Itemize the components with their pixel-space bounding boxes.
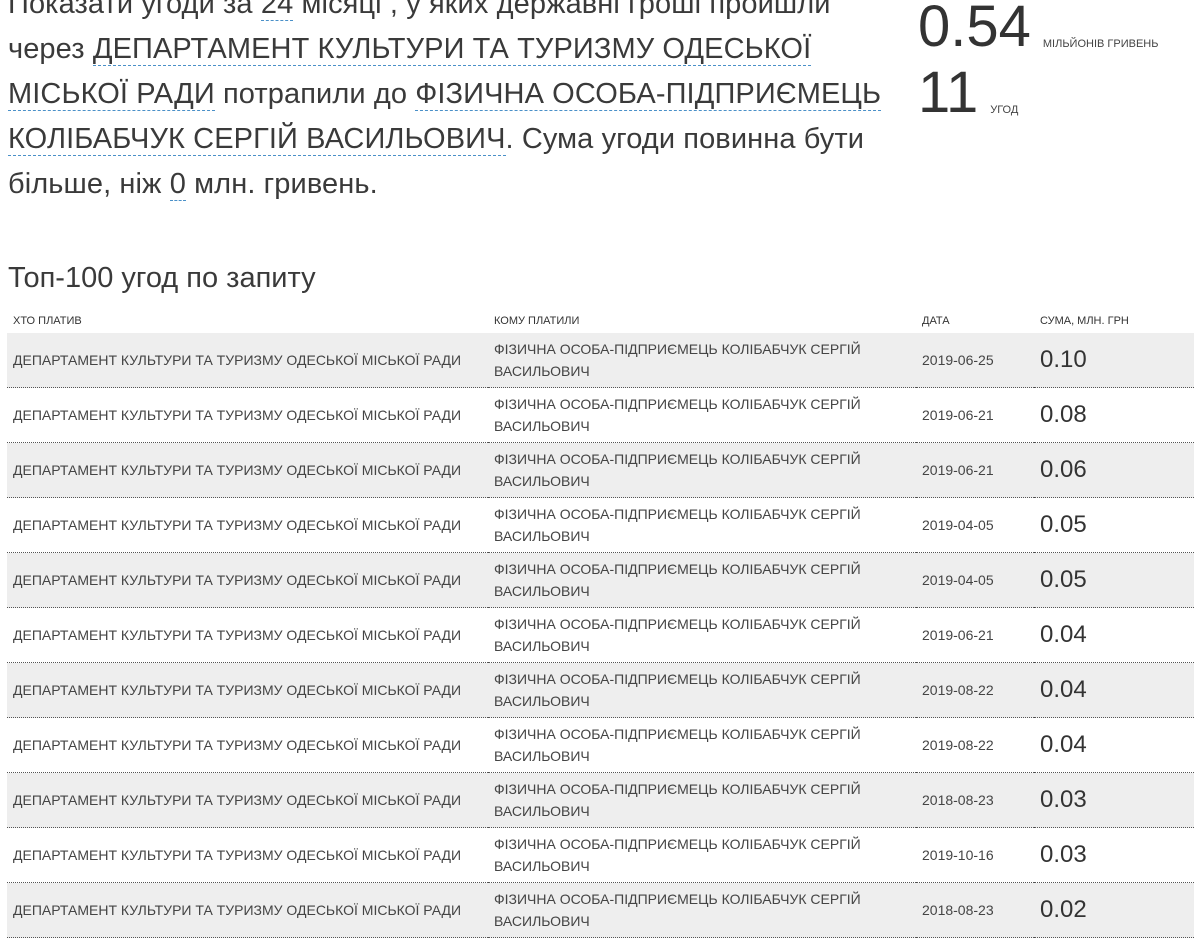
query-text-part5: млн. гривень.: [194, 168, 378, 200]
total-sum-unit: мільйонів гривень: [1042, 38, 1159, 50]
table-row[interactable]: ДЕПАРТАМЕНТ КУЛЬТУРИ ТА ТУРИЗМУ ОДЕСЬКОЇ…: [7, 662, 1194, 718]
table-header-row: Хто платив Кому платили Дата Сума, млн. …: [7, 308, 1194, 333]
cell-amount: 0.04: [1034, 662, 1194, 718]
cell-amount: 0.05: [1034, 552, 1194, 608]
cell-amount: 0.04: [1034, 607, 1194, 663]
table-row[interactable]: ДЕПАРТАМЕНТ КУЛЬТУРИ ТА ТУРИЗМУ ОДЕСЬКОЇ…: [7, 552, 1194, 608]
cell-date: 2019-10-16: [916, 827, 1034, 883]
cell-payer: ДЕПАРТАМЕНТ КУЛЬТУРИ ТА ТУРИЗМУ ОДЕСЬКОЇ…: [7, 607, 488, 663]
cell-date: 2019-08-22: [916, 717, 1034, 773]
cell-payer: ДЕПАРТАМЕНТ КУЛЬТУРИ ТА ТУРИЗМУ ОДЕСЬКОЇ…: [7, 387, 488, 443]
cell-payer: ДЕПАРТАМЕНТ КУЛЬТУРИ ТА ТУРИЗМУ ОДЕСЬКОЇ…: [7, 772, 488, 828]
cell-recipient: ФІЗИЧНА ОСОБА-ПІДПРИЄМЕЦЬ КОЛІБАБЧУК СЕР…: [488, 387, 916, 443]
deal-count-stat: 11 угод: [918, 60, 1158, 126]
min-amount-selector[interactable]: 0: [169, 168, 186, 201]
cell-date: 2019-08-22: [916, 662, 1034, 718]
table-row[interactable]: ДЕПАРТАМЕНТ КУЛЬТУРИ ТА ТУРИЗМУ ОДЕСЬКОЇ…: [7, 497, 1194, 553]
deals-table: Хто платив Кому платили Дата Сума, млн. …: [7, 308, 1194, 938]
cell-recipient: ФІЗИЧНА ОСОБА-ПІДПРИЄМЕЦЬ КОЛІБАБЧУК СЕР…: [488, 607, 916, 663]
cell-payer: ДЕПАРТАМЕНТ КУЛЬТУРИ ТА ТУРИЗМУ ОДЕСЬКОЇ…: [7, 442, 488, 498]
cell-recipient: ФІЗИЧНА ОСОБА-ПІДПРИЄМЕЦЬ КОЛІБАБЧУК СЕР…: [488, 717, 916, 773]
cell-amount: 0.08: [1034, 387, 1194, 443]
cell-amount: 0.10: [1034, 333, 1194, 388]
header-payer[interactable]: Хто платив: [7, 308, 488, 333]
table-row[interactable]: ДЕПАРТАМЕНТ КУЛЬТУРИ ТА ТУРИЗМУ ОДЕСЬКОЇ…: [7, 607, 1194, 663]
cell-date: 2019-06-21: [916, 387, 1034, 443]
summary-stats: 0.54 мільйонів гривень 11 угод: [918, 0, 1158, 126]
cell-payer: ДЕПАРТАМЕНТ КУЛЬТУРИ ТА ТУРИЗМУ ОДЕСЬКОЇ…: [7, 827, 488, 883]
header-amount[interactable]: Сума, млн. грн: [1034, 308, 1194, 333]
cell-payer: ДЕПАРТАМЕНТ КУЛЬТУРИ ТА ТУРИЗМУ ОДЕСЬКОЇ…: [7, 333, 488, 388]
cell-recipient: ФІЗИЧНА ОСОБА-ПІДПРИЄМЕЦЬ КОЛІБАБЧУК СЕР…: [488, 662, 916, 718]
query-text-part1: Показати угоди за: [8, 0, 253, 20]
header-recipient[interactable]: Кому платили: [488, 308, 916, 333]
total-sum-value: 0.54: [918, 0, 1031, 59]
cell-amount: 0.05: [1034, 497, 1194, 553]
table-row[interactable]: ДЕПАРТАМЕНТ КУЛЬТУРИ ТА ТУРИЗМУ ОДЕСЬКОЇ…: [7, 882, 1194, 938]
header-date[interactable]: Дата: [916, 308, 1034, 333]
cell-date: 2019-06-25: [916, 333, 1034, 388]
cell-date: 2019-04-05: [916, 552, 1034, 608]
deals-table-container: Хто платив Кому платили Дата Сума, млн. …: [7, 308, 1194, 938]
total-sum-stat: 0.54 мільйонів гривень: [918, 0, 1158, 60]
cell-recipient: ФІЗИЧНА ОСОБА-ПІДПРИЄМЕЦЬ КОЛІБАБЧУК СЕР…: [488, 882, 916, 938]
table-row[interactable]: ДЕПАРТАМЕНТ КУЛЬТУРИ ТА ТУРИЗМУ ОДЕСЬКОЇ…: [7, 333, 1194, 388]
cell-recipient: ФІЗИЧНА ОСОБА-ПІДПРИЄМЕЦЬ КОЛІБАБЧУК СЕР…: [488, 772, 916, 828]
table-row[interactable]: ДЕПАРТАМЕНТ КУЛЬТУРИ ТА ТУРИЗМУ ОДЕСЬКОЇ…: [7, 387, 1194, 443]
deals-table-body: ДЕПАРТАМЕНТ КУЛЬТУРИ ТА ТУРИЗМУ ОДЕСЬКОЇ…: [7, 333, 1194, 938]
cell-payer: ДЕПАРТАМЕНТ КУЛЬТУРИ ТА ТУРИЗМУ ОДЕСЬКОЇ…: [7, 717, 488, 773]
cell-date: 2019-06-21: [916, 442, 1034, 498]
table-row[interactable]: ДЕПАРТАМЕНТ КУЛЬТУРИ ТА ТУРИЗМУ ОДЕСЬКОЇ…: [7, 717, 1194, 773]
cell-date: 2019-04-05: [916, 497, 1034, 553]
table-row[interactable]: ДЕПАРТАМЕНТ КУЛЬТУРИ ТА ТУРИЗМУ ОДЕСЬКОЇ…: [7, 827, 1194, 883]
cell-amount: 0.03: [1034, 827, 1194, 883]
cell-recipient: ФІЗИЧНА ОСОБА-ПІДПРИЄМЕЦЬ КОЛІБАБЧУК СЕР…: [488, 333, 916, 388]
cell-date: 2019-06-21: [916, 607, 1034, 663]
cell-recipient: ФІЗИЧНА ОСОБА-ПІДПРИЄМЕЦЬ КОЛІБАБЧУК СЕР…: [488, 497, 916, 553]
cell-payer: ДЕПАРТАМЕНТ КУЛЬТУРИ ТА ТУРИЗМУ ОДЕСЬКОЇ…: [7, 552, 488, 608]
cell-recipient: ФІЗИЧНА ОСОБА-ПІДПРИЄМЕЦЬ КОЛІБАБЧУК СЕР…: [488, 827, 916, 883]
cell-payer: ДЕПАРТАМЕНТ КУЛЬТУРИ ТА ТУРИЗМУ ОДЕСЬКОЇ…: [7, 662, 488, 718]
cell-payer: ДЕПАРТАМЕНТ КУЛЬТУРИ ТА ТУРИЗМУ ОДЕСЬКОЇ…: [7, 497, 488, 553]
deal-count-unit: угод: [990, 104, 1019, 116]
cell-date: 2018-08-23: [916, 772, 1034, 828]
cell-recipient: ФІЗИЧНА ОСОБА-ПІДПРИЄМЕЦЬ КОЛІБАБЧУК СЕР…: [488, 442, 916, 498]
cell-recipient: ФІЗИЧНА ОСОБА-ПІДПРИЄМЕЦЬ КОЛІБАБЧУК СЕР…: [488, 552, 916, 608]
months-selector[interactable]: 24: [260, 0, 294, 21]
query-sentence: Показати угоди за 24 місяці , у яких дер…: [8, 0, 888, 207]
query-text-part3: потрапили до: [223, 78, 408, 110]
table-row[interactable]: ДЕПАРТАМЕНТ КУЛЬТУРИ ТА ТУРИЗМУ ОДЕСЬКОЇ…: [7, 772, 1194, 828]
cell-date: 2018-08-23: [916, 882, 1034, 938]
cell-amount: 0.02: [1034, 882, 1194, 938]
cell-amount: 0.04: [1034, 717, 1194, 773]
cell-amount: 0.06: [1034, 442, 1194, 498]
cell-payer: ДЕПАРТАМЕНТ КУЛЬТУРИ ТА ТУРИЗМУ ОДЕСЬКОЇ…: [7, 882, 488, 938]
cell-amount: 0.03: [1034, 772, 1194, 828]
deal-count-value: 11: [918, 60, 979, 125]
table-row[interactable]: ДЕПАРТАМЕНТ КУЛЬТУРИ ТА ТУРИЗМУ ОДЕСЬКОЇ…: [7, 442, 1194, 498]
top-deals-title: Топ-100 угод по запиту: [8, 262, 316, 294]
